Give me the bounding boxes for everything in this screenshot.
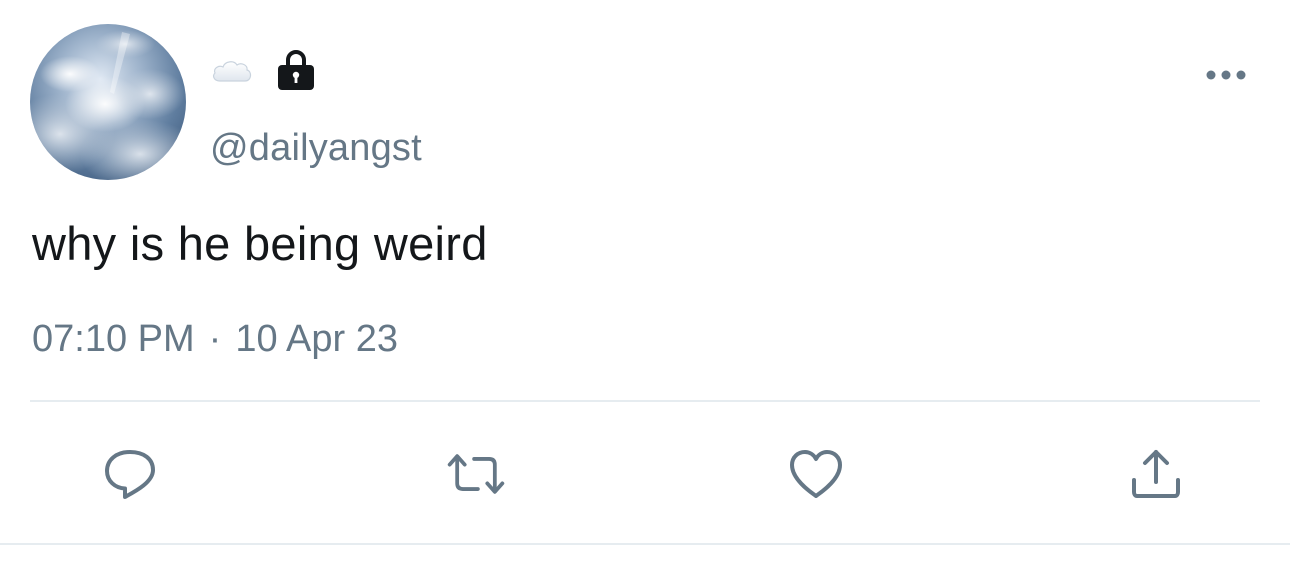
retweet-button[interactable] [444,444,508,504]
tweet-text: why is he being weird [32,217,488,270]
bottom-divider [0,543,1290,545]
reply-icon [105,450,155,499]
meta-separator: · [208,318,222,360]
tweet-card: @dailyangst why is he being weird 07:10 … [0,0,1290,564]
more-options-button[interactable] [1204,60,1248,90]
retweet-icon [447,454,505,494]
divider [30,400,1260,402]
like-button[interactable] [784,444,848,504]
share-icon [1132,450,1180,498]
tweet-time[interactable]: 07:10 PM [32,314,195,364]
avatar-image [30,24,186,180]
avatar[interactable] [30,24,186,180]
display-name[interactable] [210,55,254,85]
heart-icon [790,450,842,498]
reply-button[interactable] [98,444,162,504]
lock-icon [276,49,316,91]
tweet-date[interactable]: 10 Apr 23 [235,314,398,364]
share-button[interactable] [1124,444,1188,504]
more-horizontal-icon [1206,70,1246,80]
tweet-timestamp: 07:10 PM · 10 Apr 23 [32,314,398,364]
cloud-icon [213,61,252,82]
name-row [210,48,316,92]
user-handle[interactable]: @dailyangst [210,124,422,172]
